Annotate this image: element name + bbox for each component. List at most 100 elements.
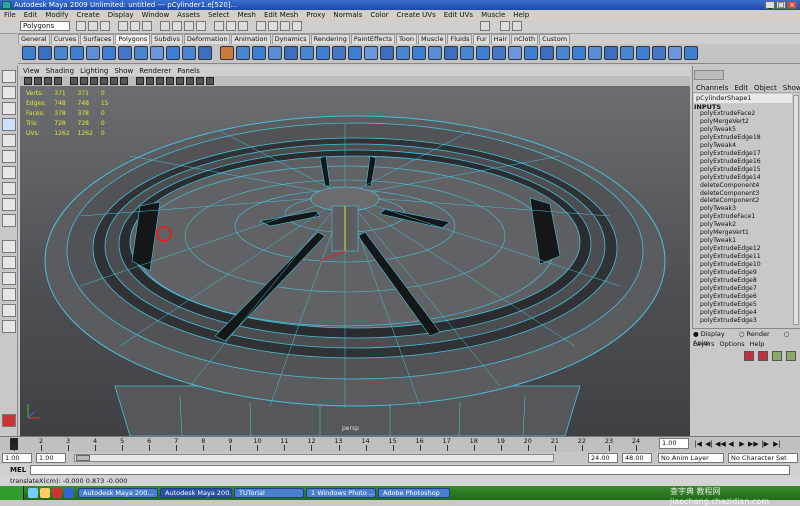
select-camera-icon[interactable] <box>24 77 32 85</box>
history-icon[interactable] <box>256 21 266 31</box>
boolean-union-icon[interactable] <box>284 46 298 60</box>
quicklaunch-maya-icon[interactable] <box>52 488 62 498</box>
playback-start-field[interactable]: 1.00 <box>36 453 66 463</box>
film-gate-icon[interactable] <box>80 77 88 85</box>
insert-edge-loop-icon[interactable] <box>428 46 442 60</box>
history-item[interactable]: polyExtrudeFace2 <box>700 110 792 118</box>
harden-edge-icon[interactable] <box>604 46 618 60</box>
anim-layer-dropdown[interactable]: No Anim Layer <box>658 453 724 463</box>
paint-select-tool-icon[interactable] <box>2 102 16 115</box>
tab-fur[interactable]: Fur <box>473 34 489 44</box>
poly-platonic-icon[interactable] <box>198 46 212 60</box>
render-settings-icon[interactable] <box>292 21 302 31</box>
animation-end-field[interactable]: 48.00 <box>622 453 652 463</box>
history-item[interactable]: polyExtrudeEdge3 <box>700 317 792 325</box>
menu-color[interactable]: Color <box>366 10 392 20</box>
history-item[interactable]: deleteComponent2 <box>700 197 792 205</box>
channel-box-scrollbar[interactable] <box>793 95 799 325</box>
separate-icon[interactable] <box>236 46 250 60</box>
quicklaunch-folder-icon[interactable] <box>40 488 50 498</box>
append-polygon-icon[interactable] <box>396 46 410 60</box>
history-item[interactable]: polyExtrudeEdge6 <box>700 293 792 301</box>
tab-toon[interactable]: Toon <box>396 34 417 44</box>
cylindrical-map-icon[interactable] <box>636 46 650 60</box>
panel-menu-panels[interactable]: Panels <box>174 66 203 76</box>
create-layer-from-selected-icon[interactable] <box>758 351 768 361</box>
select-object-icon[interactable] <box>130 21 140 31</box>
task-windows-photo[interactable]: 1 Windows Photo ... <box>306 488 376 498</box>
isolate-select-icon[interactable] <box>206 77 214 85</box>
gate-mask-icon[interactable] <box>100 77 108 85</box>
history-item[interactable]: polyExtrudeEdge16 <box>700 158 792 166</box>
character-set-dropdown[interactable]: No Character Set <box>728 453 798 463</box>
bookmarks-icon[interactable] <box>44 77 52 85</box>
history-item[interactable]: polyMergeVert2 <box>700 118 792 126</box>
mirror-cut-icon[interactable] <box>348 46 362 60</box>
poly-sphere-icon[interactable] <box>22 46 36 60</box>
history-item[interactable]: polyTweak3 <box>700 205 792 213</box>
menu-window[interactable]: Window <box>138 10 174 20</box>
history-item[interactable]: polyTweak2 <box>700 221 792 229</box>
open-scene-icon[interactable] <box>88 21 98 31</box>
planar-map-icon[interactable] <box>620 46 634 60</box>
poly-torus-icon[interactable] <box>102 46 116 60</box>
last-tool-icon[interactable] <box>2 214 16 227</box>
panel-menu-view[interactable]: View <box>20 66 43 76</box>
safe-action-icon[interactable] <box>120 77 128 85</box>
layer-menu-options[interactable]: Options <box>720 340 745 348</box>
step-back-frame-icon[interactable]: ◀◀ <box>715 440 725 449</box>
menu-create[interactable]: Create <box>72 10 103 20</box>
show-tool-settings-icon[interactable] <box>512 21 522 31</box>
history-item[interactable]: polyExtrudeEdge7 <box>700 285 792 293</box>
play-forwards-icon[interactable]: ▶ <box>737 440 747 449</box>
select-uv-icon[interactable] <box>196 21 206 31</box>
wireframe-icon[interactable] <box>136 77 144 85</box>
menu-modify[interactable]: Modify <box>41 10 72 20</box>
history-item[interactable]: polyExtrudeEdge10 <box>700 261 792 269</box>
history-item[interactable]: polyExtrudeEdge15 <box>700 166 792 174</box>
persp-outliner-layout-icon[interactable] <box>2 272 16 285</box>
smooth-icon[interactable] <box>268 46 282 60</box>
grid-toggle-icon[interactable] <box>70 77 78 85</box>
tab-general[interactable]: General <box>18 34 50 44</box>
boolean-difference-icon[interactable] <box>300 46 314 60</box>
extrude-icon[interactable] <box>364 46 378 60</box>
wireframe-on-shaded-icon[interactable] <box>156 77 164 85</box>
bridge-icon[interactable] <box>380 46 394 60</box>
close-button[interactable]: × <box>787 1 797 9</box>
poly-cube-icon[interactable] <box>38 46 52 60</box>
history-item[interactable]: polyTweak5 <box>700 126 792 134</box>
history-item[interactable]: polyExtrudeEdge14 <box>700 174 792 182</box>
history-item[interactable]: polyTweak1 <box>700 237 792 245</box>
image-plane-icon[interactable] <box>54 77 62 85</box>
history-item[interactable]: polyExtrudeFace1 <box>700 213 792 221</box>
shadows-icon[interactable] <box>196 77 204 85</box>
bevel-icon[interactable] <box>460 46 474 60</box>
poly-prism-icon[interactable] <box>118 46 132 60</box>
soften-edge-icon[interactable] <box>588 46 602 60</box>
poke-icon[interactable] <box>540 46 554 60</box>
history-item[interactable]: polyExtrudeEdge12 <box>700 245 792 253</box>
poly-plane-icon[interactable] <box>86 46 100 60</box>
history-item[interactable]: polyExtrudeEdge11 <box>700 253 792 261</box>
single-perspective-layout-icon[interactable] <box>2 240 16 253</box>
universal-manipulator-icon[interactable] <box>2 166 16 179</box>
tab-dynamics[interactable]: Dynamics <box>272 34 310 44</box>
poly-cone-icon[interactable] <box>70 46 84 60</box>
task-maya-2[interactable]: Autodesk Maya 200... <box>160 488 232 498</box>
reverse-normals-icon[interactable] <box>572 46 586 60</box>
playback-end-field[interactable]: 24.00 <box>588 453 618 463</box>
layer-tab-render[interactable]: ○ Render <box>739 330 776 338</box>
soft-modification-icon[interactable] <box>2 182 16 195</box>
fill-hole-icon[interactable] <box>412 46 426 60</box>
uv-texture-editor-icon[interactable] <box>684 46 698 60</box>
menu-muscle[interactable]: Muscle <box>477 10 509 20</box>
boolean-intersection-icon[interactable] <box>316 46 330 60</box>
menu-proxy[interactable]: Proxy <box>302 10 329 20</box>
layer-menu-help[interactable]: Help <box>750 340 765 348</box>
move-layer-down-icon[interactable] <box>786 351 796 361</box>
history-item[interactable]: polyTweak4 <box>700 142 792 150</box>
show-manipulator-icon[interactable] <box>2 198 16 211</box>
menu-set-dropdown[interactable]: Polygons <box>20 21 70 31</box>
lights-icon[interactable] <box>186 77 194 85</box>
